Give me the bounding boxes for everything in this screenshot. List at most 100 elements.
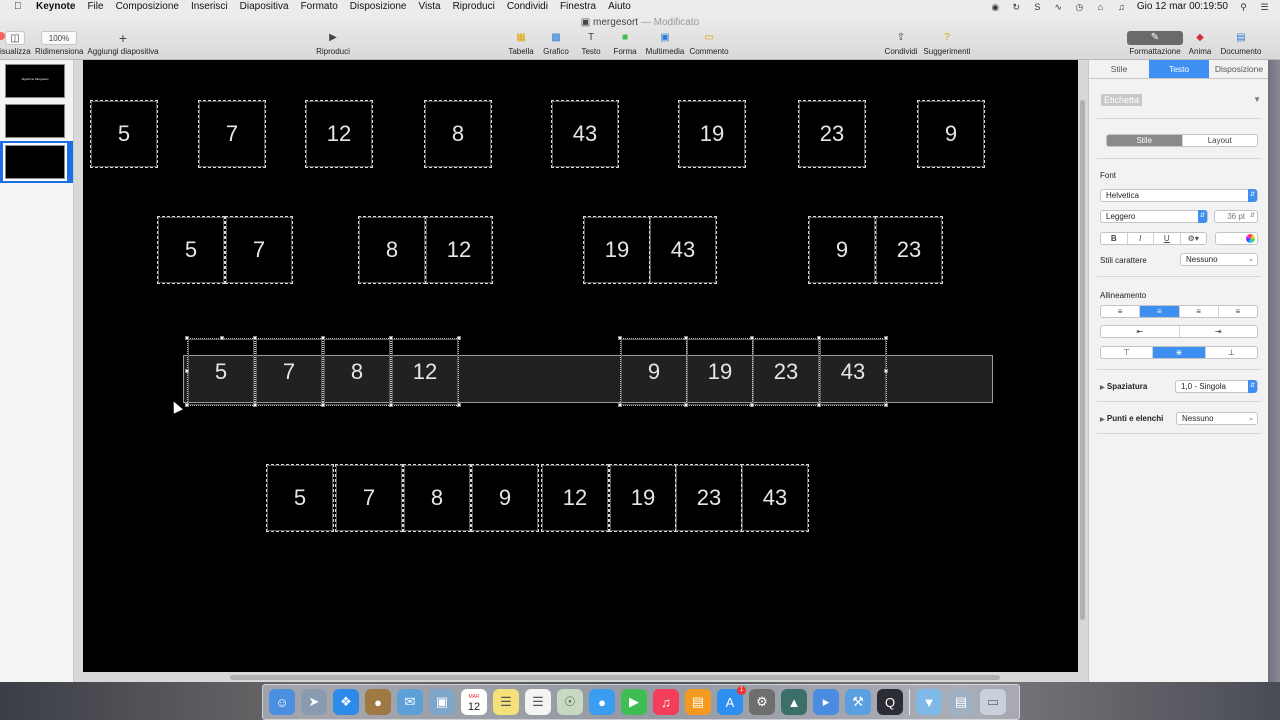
indent-icon[interactable]: ⇥ (1180, 326, 1258, 337)
align-center-icon[interactable]: ≡ (1140, 306, 1180, 317)
xcode-icon[interactable]: ⚒ (845, 689, 871, 715)
time-machine-icon[interactable]: ◷ (1074, 0, 1085, 14)
number-cell[interactable]: 43 (819, 338, 887, 406)
volume-icon[interactable]: ♫ (1116, 0, 1127, 14)
resize-handle[interactable] (185, 369, 189, 373)
resize-handle[interactable] (817, 403, 821, 407)
stepper-icon[interactable]: ⇵ (1250, 211, 1255, 222)
menu-file[interactable]: File (87, 0, 103, 14)
resize-handle[interactable] (750, 403, 754, 407)
spotlight-icon[interactable]: ⚲ (1238, 0, 1249, 14)
subtab-layout[interactable]: Layout (1183, 135, 1258, 146)
number-cell[interactable]: 9 (808, 216, 876, 284)
align-right-icon[interactable]: ≡ (1180, 306, 1219, 317)
resize-handle[interactable] (884, 369, 888, 373)
calendar-icon[interactable]: MAR 12 (461, 689, 487, 715)
gear-icon[interactable]: ⚙▾ (1181, 233, 1207, 244)
number-cell[interactable]: 43 (649, 216, 717, 284)
mail-icon[interactable]: ✉ (397, 689, 423, 715)
slide-canvas[interactable]: 5 7 12 8 43 19 23 9 5 7 8 12 19 43 9 23 … (83, 60, 1078, 672)
char-styles-select[interactable]: Nessuno ⌄ (1180, 253, 1258, 266)
resize-handle[interactable] (389, 403, 393, 407)
resize-handle[interactable] (389, 336, 393, 340)
format-button[interactable]: ✎ Formattazione (1126, 31, 1184, 56)
skype-icon[interactable]: S (1032, 0, 1043, 14)
vertical-scrollbar[interactable] (1080, 100, 1085, 620)
number-cell[interactable]: 19 (686, 338, 754, 406)
number-cell[interactable]: 19 (678, 100, 746, 168)
resize-handle[interactable] (750, 336, 754, 340)
number-cell[interactable]: 5 (157, 216, 225, 284)
font-size-field[interactable]: 36 pt ⇵ (1214, 210, 1258, 223)
resize-handle[interactable] (321, 336, 325, 340)
messages-icon[interactable]: ● (589, 689, 615, 715)
number-cell[interactable]: 12 (541, 464, 609, 532)
activity-monitor-icon[interactable]: ▲ (781, 689, 807, 715)
menu-vista[interactable]: Vista (419, 0, 441, 14)
wifi-icon[interactable]: ⌂ (1095, 0, 1106, 14)
number-cell[interactable]: 12 (425, 216, 493, 284)
number-cell[interactable]: 8 (403, 464, 471, 532)
align-middle-icon[interactable]: ⋇ (1153, 347, 1206, 358)
apple-menu-icon[interactable]:  (14, 0, 22, 14)
launchpad-icon[interactable]: ➤ (301, 689, 327, 715)
menu-diapositiva[interactable]: Diapositiva (240, 0, 289, 14)
subtab-stile[interactable]: Stile (1107, 135, 1183, 146)
bold-button[interactable]: B (1101, 233, 1128, 244)
resize-handle[interactable] (684, 336, 688, 340)
paragraph-style-selector[interactable]: Etichetta ▼ (1101, 94, 1261, 109)
resize-handle[interactable] (253, 336, 257, 340)
number-cell[interactable]: 9 (471, 464, 539, 532)
app-store-icon[interactable]: A 1 (717, 686, 746, 715)
record-icon[interactable]: ◉ (990, 0, 1001, 14)
view-button[interactable]: ◫ isualizza (0, 31, 31, 56)
resize-handle[interactable] (321, 403, 325, 407)
resize-handle[interactable] (618, 403, 622, 407)
resize-handle[interactable] (457, 336, 461, 340)
chart-button[interactable]: ▩ Grafico (540, 31, 572, 56)
outdent-icon[interactable]: ⇤ (1101, 326, 1180, 337)
finder-icon[interactable]: ☺ (269, 689, 295, 715)
downloads-folder-icon[interactable]: ▼ (916, 689, 942, 715)
menu-formato[interactable]: Formato (301, 0, 338, 14)
menu-aiuto[interactable]: Aiuto (608, 0, 631, 14)
menu-inserisci[interactable]: Inserisci (191, 0, 228, 14)
number-cell[interactable]: 8 (424, 100, 492, 168)
spacing-toggle[interactable]: ▶ Spaziatura (1100, 382, 1147, 391)
menu-finestra[interactable]: Finestra (560, 0, 596, 14)
add-slide-button[interactable]: + Aggiungi diapositiva (86, 31, 160, 56)
notes-icon[interactable]: ☰ (493, 689, 519, 715)
slide-thumbnail-3[interactable] (3, 143, 67, 181)
resize-handle[interactable] (220, 336, 224, 340)
number-cell[interactable]: 23 (675, 464, 743, 532)
horizontal-scrollbar[interactable] (230, 675, 1000, 680)
number-cell[interactable]: 7 (255, 338, 323, 406)
number-cell[interactable]: 12 (305, 100, 373, 168)
itunes-icon[interactable]: ♫ (653, 689, 679, 715)
number-cell[interactable]: 8 (323, 338, 391, 406)
slide-thumbnail-2[interactable] (5, 104, 65, 138)
play-button[interactable]: ▶ Riproduci (312, 31, 354, 56)
align-bottom-icon[interactable]: ⊥ (1206, 347, 1257, 358)
number-cell[interactable]: 5 (90, 100, 158, 168)
underline-button[interactable]: U (1154, 233, 1181, 244)
document-button[interactable]: ▤ Documento (1218, 31, 1264, 56)
italic-button[interactable]: I (1128, 233, 1154, 244)
number-cell[interactable]: 7 (335, 464, 403, 532)
text-color-well[interactable] (1215, 232, 1258, 245)
resize-handle[interactable] (457, 403, 461, 407)
trash-icon[interactable]: ▭ (980, 689, 1006, 715)
number-cell[interactable]: 7 (198, 100, 266, 168)
number-cell[interactable]: 8 (358, 216, 426, 284)
align-justify-icon[interactable]: ≡ (1219, 306, 1257, 317)
table-button[interactable]: ▦ Tabella (505, 31, 537, 56)
bullets-select[interactable]: Nessuno ⌄ (1176, 412, 1258, 425)
vpn-icon[interactable]: ∿ (1053, 0, 1064, 14)
contacts-icon[interactable]: ● (365, 689, 391, 715)
font-family-select[interactable]: Helvetica ⇵ (1100, 189, 1258, 202)
resize-handle[interactable] (618, 336, 622, 340)
comment-button[interactable]: ▭ Commento (688, 31, 730, 56)
number-cell[interactable]: 9 (917, 100, 985, 168)
resize-handle[interactable] (884, 336, 888, 340)
resize-handle[interactable] (185, 403, 189, 407)
